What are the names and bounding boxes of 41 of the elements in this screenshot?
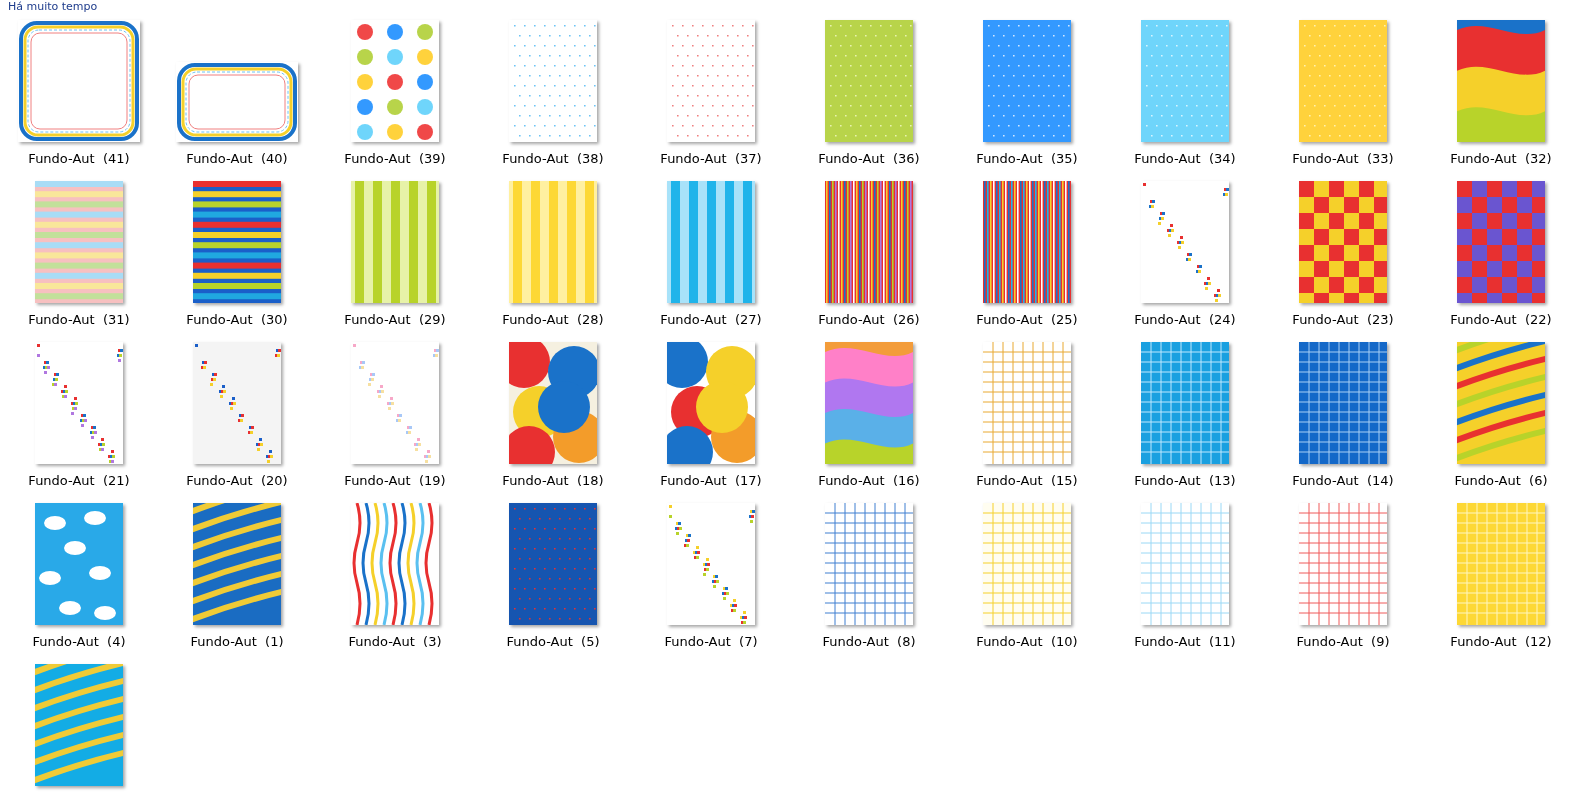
file-name[interactable]: Fundo-Aut (36) [818, 150, 920, 168]
file-name[interactable]: Fundo-Aut (38) [502, 150, 604, 168]
file-name[interactable]: Fundo-Aut (16) [818, 472, 920, 490]
file-name[interactable]: Fundo-Aut (25) [976, 311, 1078, 329]
file-name[interactable]: Fundo-Aut (39) [344, 150, 446, 168]
group-header: Há muito tempo [7, 0, 99, 14]
file-name[interactable]: Fundo-Aut (17) [660, 472, 762, 490]
file-name[interactable]: Fundo-Aut (18) [502, 472, 604, 490]
file-name[interactable]: Fundo-Aut (5) [506, 633, 600, 651]
file-name[interactable]: Fundo-Aut (9) [1296, 633, 1390, 651]
file-name[interactable]: Fundo-Aut (12) [1450, 633, 1552, 651]
file-name[interactable]: Fundo-Aut (21) [28, 472, 130, 490]
file-name[interactable]: Fundo-Aut (35) [976, 150, 1078, 168]
file-name[interactable]: Fundo-Aut (34) [1134, 150, 1236, 168]
file-name[interactable]: Fundo-Aut (19) [344, 472, 446, 490]
file-name[interactable]: Fundo-Aut (13) [1134, 472, 1236, 490]
file-name[interactable]: Fundo-Aut (7) [664, 633, 758, 651]
file-name[interactable]: Fundo-Aut (28) [502, 311, 604, 329]
file-name[interactable]: Fundo-Aut (33) [1292, 150, 1394, 168]
file-name[interactable]: Fundo-Aut (31) [28, 311, 130, 329]
file-name[interactable]: Fundo-Aut (27) [660, 311, 762, 329]
file-name[interactable]: Fundo-Aut (37) [660, 150, 762, 168]
file-name[interactable]: Fundo-Aut (26) [818, 311, 920, 329]
file-name[interactable]: Fundo-Aut (30) [186, 311, 288, 329]
file-name[interactable]: Fundo-Aut (40) [186, 150, 288, 168]
file-name[interactable]: Fundo-Aut (11) [1134, 633, 1236, 651]
file-name[interactable]: Fundo-Aut (32) [1450, 150, 1552, 168]
file-name[interactable]: Fundo-Aut (29) [344, 311, 446, 329]
file-name[interactable]: Fundo-Aut (24) [1134, 311, 1236, 329]
file-name[interactable]: Fundo-Aut (23) [1292, 311, 1394, 329]
file-name[interactable]: Fundo-Aut (20) [186, 472, 288, 490]
file-name[interactable]: Fundo-Aut (15) [976, 472, 1078, 490]
file-name[interactable]: Fundo-Aut (8) [822, 633, 916, 651]
file-name[interactable]: Fundo-Aut (3) [348, 633, 442, 651]
file-name[interactable]: Fundo-Aut (41) [28, 150, 130, 168]
file-name[interactable]: Fundo-Aut (4) [32, 633, 126, 651]
file-name[interactable]: Fundo-Aut (22) [1450, 311, 1552, 329]
file-name[interactable]: Fundo-Aut (10) [976, 633, 1078, 651]
file-name[interactable]: Fundo-Aut (14) [1292, 472, 1394, 490]
file-name[interactable]: Fundo-Aut (1) [190, 633, 284, 651]
file-name[interactable]: Fundo-Aut (6) [1454, 472, 1548, 490]
